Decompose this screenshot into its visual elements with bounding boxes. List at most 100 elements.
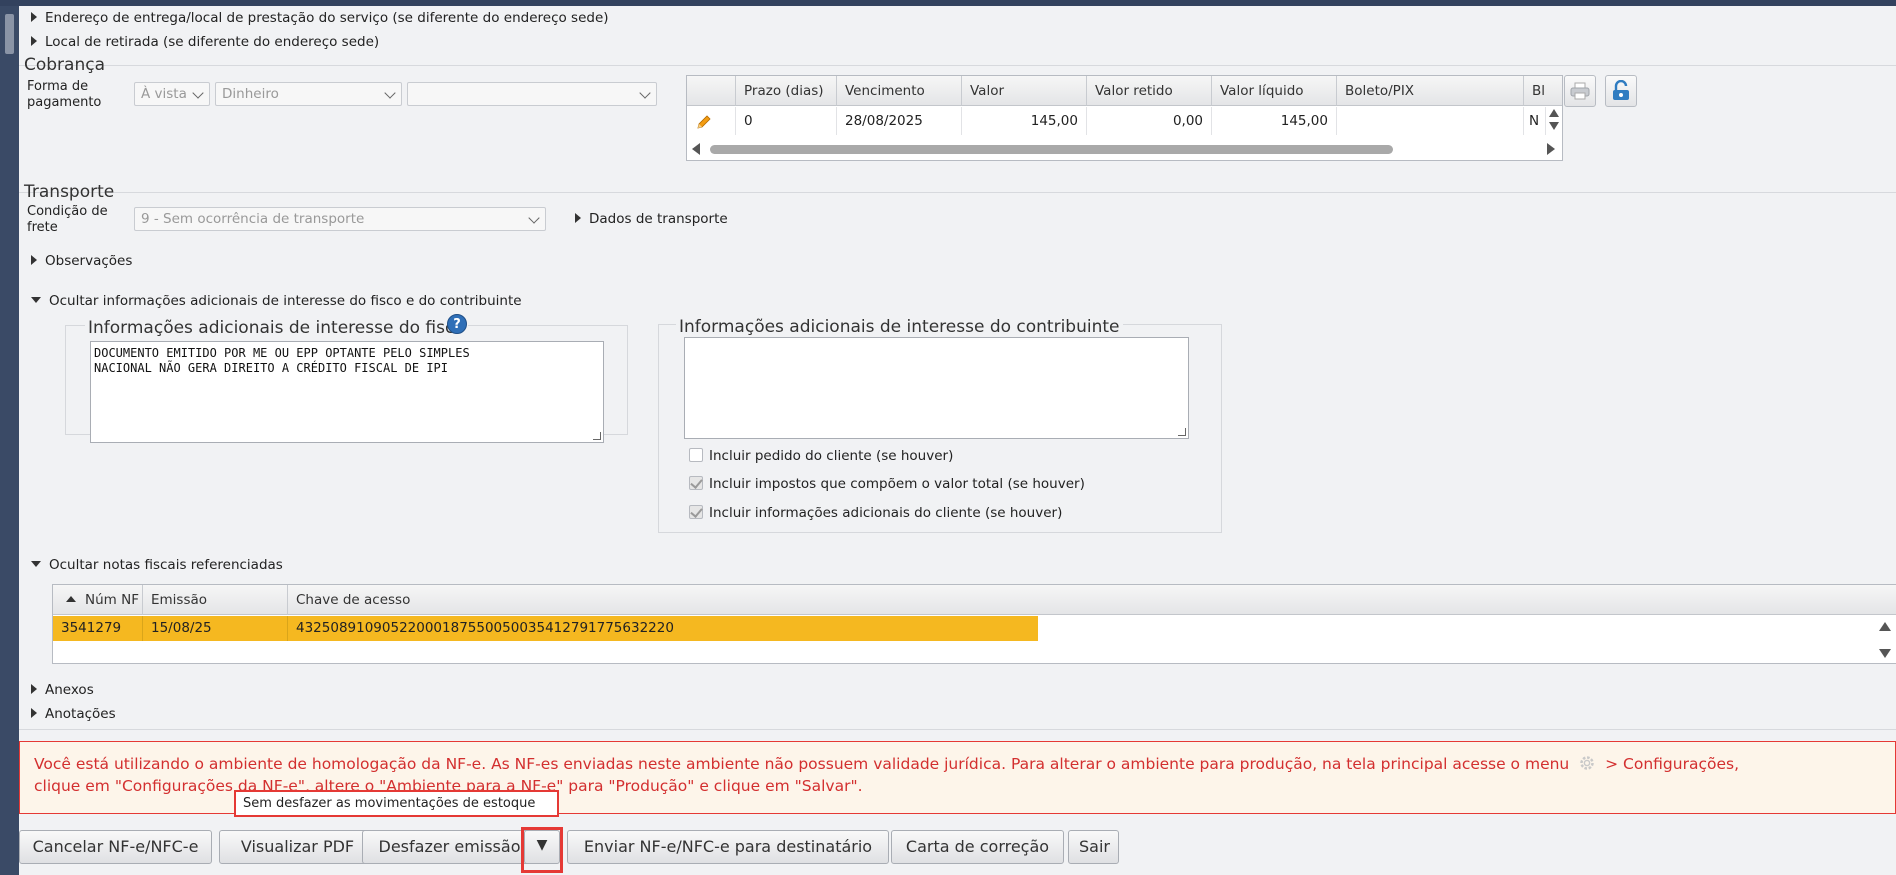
column-header-valor[interactable]: Valor [962, 76, 1087, 106]
collapsed-arrow-icon [575, 213, 581, 223]
column-header-chave-acesso[interactable]: Chave de acesso [288, 585, 1896, 615]
expander-dados-transporte[interactable]: Dados de transporte [575, 211, 728, 227]
info-contribuinte-legend: Informações adicionais de interesse do c… [676, 317, 1123, 337]
expander-local-retirada[interactable]: Local de retirada (se diferente do ender… [31, 34, 379, 50]
scroll-right-icon[interactable] [1547, 143, 1555, 155]
checkbox-label: Incluir informações adicionais do client… [709, 505, 1063, 521]
pagamento-extra-select[interactable] [407, 82, 657, 106]
checkbox-label: Incluir pedido do cliente (se houver) [709, 448, 954, 464]
chevron-down-icon [639, 87, 651, 99]
column-header-num-nf[interactable]: Núm NF [53, 585, 143, 615]
help-icon[interactable]: ? [447, 314, 467, 334]
collapsed-arrow-icon [31, 708, 37, 718]
info-contribuinte-textarea[interactable] [684, 337, 1189, 439]
expander-label: Local de retirada (se diferente do ender… [45, 34, 380, 50]
info-fisco-textarea[interactable]: DOCUMENTO EMITIDO POR ME OU EPP OPTANTE … [90, 341, 604, 443]
edit-cell[interactable] [687, 107, 736, 135]
condicao-pagamento-select[interactable]: À vista [134, 82, 210, 106]
condicao-frete-select[interactable]: 9 - Sem ocorrência de transporte [134, 207, 546, 231]
desfazer-options-menu: Sem desfazer as movimentações de estoque [234, 790, 559, 817]
cancelar-nfe-button[interactable]: Cancelar NF-e/NFC-e [19, 830, 212, 864]
expander-label: Observações [45, 253, 133, 269]
select-value: 9 - Sem ocorrência de transporte [141, 211, 365, 227]
chevron-down-icon [528, 212, 540, 224]
scroll-down-icon[interactable] [1879, 649, 1891, 658]
expander-label: Ocultar informações adicionais de intere… [49, 293, 522, 309]
menu-item-sem-desfazer-estoque[interactable]: Sem desfazer as movimentações de estoque [243, 796, 535, 811]
print-button[interactable] [1564, 75, 1596, 107]
scroll-up-icon[interactable] [1879, 622, 1891, 631]
cell-valor: 145,00 [962, 107, 1087, 135]
chevron-down-icon [192, 87, 204, 99]
column-header-valor-liquido[interactable]: Valor líquido [1212, 76, 1337, 106]
section-title-transporte: Transporte [24, 182, 115, 202]
cell-valor-retido: 0,00 [1087, 107, 1212, 135]
collapsed-arrow-icon [31, 12, 37, 22]
expander-label: Anotações [45, 706, 116, 722]
info-fisco-legend: Informações adicionais de interesse do f… [85, 318, 468, 338]
expander-label: Ocultar notas fiscais referenciadas [49, 557, 283, 573]
desfazer-emissao-button[interactable]: Desfazer emissão [362, 830, 537, 864]
chevron-down-icon [384, 87, 396, 99]
unlock-icon [1613, 80, 1629, 100]
cell-num-nf: 3541279 [53, 616, 143, 641]
divider [19, 729, 1896, 730]
collapsed-arrow-icon [31, 255, 37, 265]
expander-anotacoes[interactable]: Anotações [31, 706, 116, 722]
expander-notas-referenciadas[interactable]: Ocultar notas fiscais referenciadas [31, 557, 283, 573]
left-strip [0, 6, 19, 875]
scrollbar-thumb[interactable] [710, 145, 1393, 154]
pencil-icon[interactable] [695, 113, 713, 131]
printer-icon [1570, 82, 1590, 100]
expander-anexos[interactable]: Anexos [31, 682, 94, 698]
visualizar-pdf-button[interactable]: Visualizar PDF [219, 830, 376, 864]
cell-vencimento: 28/08/2025 [837, 107, 962, 135]
cell-emissao: 15/08/25 [143, 616, 288, 641]
column-header-vencimento[interactable]: Vencimento [837, 76, 962, 106]
horizontal-scrollbar[interactable] [687, 136, 1562, 160]
column-header-edit [687, 76, 736, 106]
info-fisco-title: Informações adicionais de interesse do f… [88, 318, 465, 338]
expander-endereco-entrega[interactable]: Endereço de entrega/local de prestação d… [31, 10, 609, 26]
info-fisco-text: DOCUMENTO EMITIDO POR ME OU EPP OPTANTE … [94, 346, 470, 375]
unlock-button[interactable] [1605, 75, 1637, 107]
scroll-up-icon[interactable] [1549, 109, 1559, 117]
cell-prazo: 0 [736, 107, 837, 135]
column-header-boleto[interactable]: Boleto/PIX [1337, 76, 1524, 106]
select-value: Dinheiro [222, 86, 279, 102]
notas-referenciadas-table: Núm NF Emissão Chave de acesso 3541279 1… [52, 584, 1896, 664]
resize-grip-icon[interactable] [1178, 428, 1186, 436]
sort-ascending-icon [66, 596, 76, 602]
cell-boleto [1337, 107, 1524, 135]
expanded-arrow-icon [31, 297, 41, 303]
column-header-bl[interactable]: Bl [1524, 76, 1562, 106]
splitter-handle[interactable] [5, 14, 14, 54]
checkbox-incluir-pedido[interactable] [689, 448, 703, 462]
expander-label: Dados de transporte [589, 211, 728, 227]
nfe-form-panel: Endereço de entrega/local de prestação d… [19, 6, 1896, 875]
scroll-left-icon[interactable] [692, 143, 700, 155]
forma-pagamento-label: Forma de pagamento [27, 79, 102, 110]
warning-text-1: Você está utilizando o ambiente de homol… [34, 755, 1570, 773]
column-header-emissao[interactable]: Emissão [143, 585, 288, 615]
column-header-prazo[interactable]: Prazo (dias) [736, 76, 837, 106]
warning-text-2: > Configurações, [1605, 755, 1740, 773]
parcelas-table: Prazo (dias) Vencimento Valor Valor reti… [686, 75, 1563, 161]
collapsed-arrow-icon [31, 36, 37, 46]
resize-grip-icon[interactable] [593, 432, 601, 440]
column-header-label: Núm NF [85, 592, 139, 608]
scroll-down-icon[interactable] [1549, 122, 1559, 130]
collapsed-arrow-icon [31, 684, 37, 694]
cell-bl: N [1524, 107, 1546, 135]
expander-observacoes[interactable]: Observações [31, 253, 132, 269]
column-header-valor-retido[interactable]: Valor retido [1087, 76, 1212, 106]
select-value: À vista [141, 86, 187, 102]
carta-correcao-button[interactable]: Carta de correção [891, 830, 1064, 864]
checkbox-incluir-info-cliente[interactable] [689, 505, 703, 519]
expander-info-adicionais[interactable]: Ocultar informações adicionais de intere… [31, 293, 522, 309]
enviar-destinatario-button[interactable]: Enviar NF-e/NFC-e para destinatário [567, 830, 889, 864]
meio-pagamento-select[interactable]: Dinheiro [215, 82, 402, 106]
checkbox-incluir-impostos[interactable] [689, 476, 703, 490]
sair-button[interactable]: Sair [1068, 830, 1119, 864]
expanded-arrow-icon [31, 561, 41, 567]
